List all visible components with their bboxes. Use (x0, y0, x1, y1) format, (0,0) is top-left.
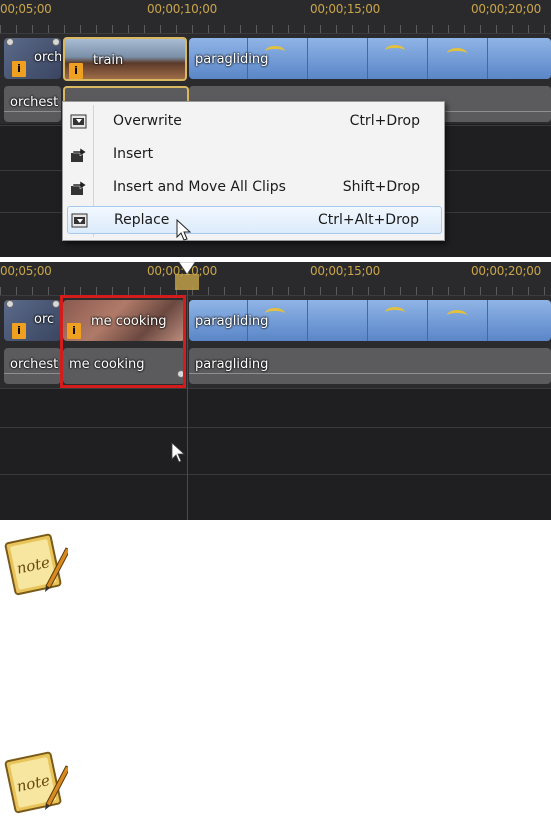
paraglider-thumbnail (385, 45, 405, 56)
timecode-label: 00;00;15;00 (310, 264, 380, 278)
clip-label: paragliding (195, 357, 269, 372)
timeline-panel-replace-menu: 00;05;00 00;00;10;00 00;00;15;00 00;00;2… (0, 0, 551, 257)
timecode-label: 00;00;10;00 (147, 2, 217, 16)
menu-item-label: Replace (114, 212, 170, 228)
timeline-ruler[interactable]: 00;05;00 00;00;10;00 00;00;15;00 00;00;2… (0, 0, 551, 34)
insert-move-icon (71, 180, 87, 195)
note-icon: note (4, 533, 68, 596)
clip-label: orchest (10, 357, 59, 372)
ruler-ticks (0, 25, 551, 33)
timeline-panel-after-replace: 00;05;00 00;00;10;00 00;00;15;00 00;00;2… (0, 262, 551, 520)
clip-orchestra-video[interactable]: i orc (4, 300, 61, 341)
menu-item-shortcut: Ctrl+Alt+Drop (317, 212, 419, 228)
timecode-label: 00;00;20;00 (471, 264, 541, 278)
clip-handle[interactable] (6, 38, 14, 46)
clip-handle[interactable] (6, 300, 14, 308)
paraglider-thumbnail (447, 310, 467, 321)
replaced-clip-highlight (60, 295, 186, 388)
clip-train-video[interactable]: i train (63, 37, 187, 81)
menu-item-shortcut: Shift+Drop (342, 179, 420, 195)
drop-context-menu: Overwrite Ctrl+Drop Insert Insert and Mo… (62, 101, 445, 241)
clip-info-icon: i (12, 323, 26, 339)
clip-label: orchest (10, 95, 59, 110)
clip-paragliding-video[interactable]: paragliding (189, 38, 551, 79)
clip-info-icon: i (69, 63, 83, 79)
clip-paragliding-video[interactable]: paragliding (189, 300, 551, 341)
timecode-label: 00;05;00 (0, 2, 52, 16)
playhead-marker-icon[interactable] (173, 262, 201, 292)
menu-item-insert-move-all[interactable]: Insert and Move All Clips Shift+Drop (67, 174, 442, 202)
clip-label: paragliding (195, 52, 269, 67)
paraglider-thumbnail (385, 307, 405, 318)
clip-orchestra-audio[interactable]: orchest (4, 348, 61, 384)
menu-item-overwrite[interactable]: Overwrite Ctrl+Drop (67, 108, 442, 136)
clip-orchestra-video[interactable]: i orch (4, 38, 61, 79)
clip-paragliding-audio[interactable]: paragliding (189, 348, 551, 384)
clip-label: train (93, 53, 124, 68)
menu-item-replace[interactable]: Replace Ctrl+Alt+Drop (67, 206, 442, 234)
clip-info-icon: i (12, 61, 26, 77)
insert-icon (71, 147, 87, 162)
mouse-cursor-icon (176, 219, 192, 241)
clip-label: orc (34, 312, 55, 327)
paraglider-thumbnail (447, 48, 467, 59)
replace-icon (71, 213, 88, 228)
menu-item-shortcut: Ctrl+Drop (349, 113, 420, 129)
clip-orchestra-audio[interactable]: orchest (4, 86, 61, 122)
note-icon: note (4, 751, 68, 814)
overwrite-icon (70, 114, 87, 129)
menu-item-label: Overwrite (113, 113, 182, 129)
clip-handle[interactable] (52, 38, 60, 46)
clip-label: orch (34, 50, 61, 65)
ruler-ticks (0, 287, 551, 295)
clip-label: paragliding (195, 314, 269, 329)
timeline-ruler[interactable]: 00;05;00 00;00;10;00 00;00;15;00 00;00;2… (0, 262, 551, 296)
mouse-cursor-icon (171, 442, 186, 463)
menu-item-label: Insert (113, 146, 154, 162)
timecode-label: 00;00;20;00 (471, 2, 541, 16)
menu-item-insert[interactable]: Insert (67, 141, 442, 169)
clip-handle[interactable] (52, 300, 60, 308)
timecode-label: 00;05;00 (0, 264, 52, 278)
menu-item-label: Insert and Move All Clips (113, 179, 286, 195)
playhead-line (187, 290, 188, 520)
timecode-label: 00;00;15;00 (310, 2, 380, 16)
